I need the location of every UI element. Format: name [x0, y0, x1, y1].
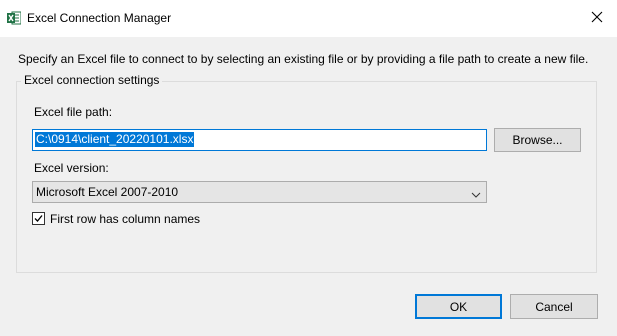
close-icon	[591, 11, 603, 26]
chevron-down-icon	[471, 188, 481, 198]
title-bar[interactable]: Excel Connection Manager	[0, 0, 617, 37]
version-label: Excel version:	[34, 161, 109, 175]
browse-button[interactable]: Browse...	[494, 128, 581, 152]
cancel-button[interactable]: Cancel	[510, 294, 598, 319]
file-path-label: Excel file path:	[34, 105, 113, 119]
excel-version-value: Microsoft Excel 2007-2010	[36, 185, 179, 199]
dialog-description: Specify an Excel file to connect to by s…	[18, 52, 589, 66]
excel-connection-manager-dialog: Excel Connection Manager Specify an Exce…	[0, 0, 617, 336]
group-legend: Excel connection settings	[21, 73, 163, 87]
ok-button[interactable]: OK	[415, 294, 502, 319]
file-path-input[interactable]: C:\0914\client_20220101.xlsx	[32, 129, 487, 151]
close-button[interactable]	[585, 7, 609, 29]
window-title: Excel Connection Manager	[27, 11, 172, 25]
checkmark-icon	[34, 215, 43, 222]
first-row-label[interactable]: First row has column names	[50, 212, 200, 226]
first-row-checkbox[interactable]	[32, 212, 45, 225]
excel-icon	[7, 11, 22, 25]
file-path-value: C:\0914\client_20220101.xlsx	[35, 132, 195, 147]
excel-version-select[interactable]: Microsoft Excel 2007-2010	[32, 181, 487, 203]
